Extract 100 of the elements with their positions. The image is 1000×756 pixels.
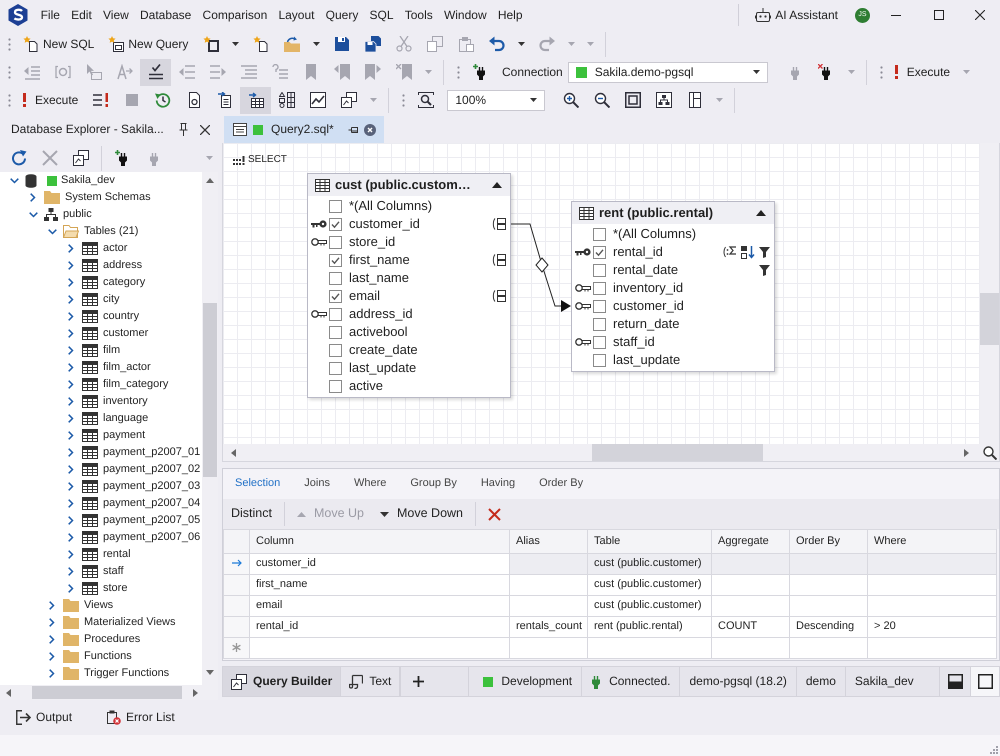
chevron-right-icon[interactable] [49, 635, 55, 644]
checkbox[interactable] [593, 318, 606, 330]
tree-item[interactable]: country [103, 310, 140, 324]
chevron-right-icon[interactable] [68, 312, 74, 321]
checkbox[interactable] [593, 246, 606, 258]
menu-item[interactable]: File [35, 6, 66, 24]
toggle-button[interactable] [970, 667, 999, 696]
table-cell[interactable]: rent (public.rental) [588, 616, 712, 638]
chevron-right-icon[interactable] [49, 601, 55, 610]
tree-item[interactable]: payment_p2007_05 [103, 514, 200, 528]
toolbar-button[interactable]: New Query [101, 30, 196, 58]
tree-item[interactable]: city [103, 292, 120, 306]
column-header[interactable]: Where [868, 530, 996, 554]
checkbox[interactable] [593, 336, 606, 348]
checkbox[interactable] [329, 254, 342, 266]
menu-item[interactable]: Comparison [196, 6, 273, 24]
chevron-right-icon[interactable] [49, 618, 55, 627]
checkbox[interactable] [593, 354, 606, 366]
view-tab[interactable]: Query Builder [223, 667, 342, 696]
menu-item[interactable]: Window [438, 6, 492, 24]
tab[interactable]: Order By [527, 473, 596, 495]
tree-item[interactable]: Tables (21) [84, 224, 138, 238]
chevron-right-icon[interactable] [68, 533, 74, 542]
tree-item[interactable]: film_actor [103, 360, 151, 374]
scroll-right-icon[interactable] [964, 448, 969, 456]
tree-item[interactable]: address [103, 258, 142, 272]
scrollbar-thumb[interactable] [32, 686, 182, 699]
tree-item[interactable]: payment_p2007_04 [103, 496, 200, 510]
menu-item[interactable]: SQL [364, 6, 400, 24]
chevron-right-icon[interactable] [49, 669, 55, 678]
tree-item[interactable]: category [103, 276, 146, 290]
chevron-right-icon[interactable] [68, 550, 74, 559]
tree-item[interactable]: rental [103, 548, 131, 562]
chevron-down-icon[interactable] [28, 212, 38, 218]
tree-item[interactable]: Functions [84, 650, 132, 664]
table-cell[interactable]: COUNT [712, 616, 790, 638]
scroll-right-icon[interactable] [193, 688, 198, 696]
table-cell[interactable]: rentals_count [510, 616, 588, 638]
tree-item[interactable]: staff [103, 564, 124, 578]
table-node[interactable]: rent (public.rental) *(All Columns) rental_id rental_date inventory_id customer_id return_date staff_id last_update [571, 201, 775, 372]
resize-grip-icon[interactable] [989, 745, 998, 754]
scroll-up-icon[interactable] [206, 178, 214, 183]
chevron-right-icon[interactable] [68, 465, 74, 474]
tree-item[interactable]: Materialized Views [84, 616, 176, 630]
chevron-right-icon[interactable] [68, 516, 74, 525]
scrollbar-thumb[interactable] [592, 444, 763, 461]
tree-item[interactable]: payment [103, 428, 146, 442]
chevron-right-icon[interactable] [68, 363, 74, 372]
chevron-right-icon[interactable] [68, 346, 74, 355]
tree-item[interactable]: actor [103, 242, 128, 256]
chevron-down-icon[interactable] [48, 228, 56, 234]
chevron-right-icon[interactable] [30, 193, 36, 202]
pin-icon[interactable] [348, 126, 358, 134]
scroll-left-icon[interactable] [231, 448, 236, 456]
magnifier-icon[interactable] [983, 446, 997, 460]
tree-item[interactable]: payment_p2007_02 [103, 462, 200, 476]
chevron-right-icon[interactable] [68, 278, 74, 287]
chevron-right-icon[interactable] [49, 652, 55, 661]
chevron-right-icon[interactable] [68, 584, 74, 593]
dropdown-field[interactable]: 100% [447, 90, 546, 110]
checkbox[interactable] [593, 300, 606, 312]
toolbar-button[interactable] [140, 58, 171, 86]
table-node[interactable]: cust (public.custom… *(All Columns) customer_id store_id first_name last_name email address_id activebool create_date last_update active [307, 173, 511, 398]
tab[interactable]: Selection [223, 473, 292, 495]
menu-item[interactable]: Edit [66, 6, 98, 24]
chevron-right-icon[interactable] [68, 244, 74, 253]
tree-item[interactable]: public [63, 208, 92, 222]
toolbar-button[interactable]: Move Down [372, 502, 472, 526]
checkbox[interactable] [329, 308, 342, 320]
checkbox[interactable] [593, 282, 606, 294]
scroll-down-icon[interactable] [206, 670, 214, 675]
chevron-right-icon[interactable] [68, 431, 74, 440]
collapse-triangle-icon[interactable] [492, 182, 502, 188]
toolbar-button[interactable]: Execute [888, 58, 958, 86]
tree-item[interactable]: Views [84, 598, 114, 612]
panel-tab[interactable]: Error List [104, 707, 177, 728]
chevron-right-icon[interactable] [68, 261, 74, 270]
row-header[interactable] [224, 554, 250, 574]
caret-icon[interactable] [232, 42, 240, 46]
tree-item[interactable]: payment_p2007_03 [103, 480, 200, 494]
panel-tab[interactable]: Output [14, 707, 74, 728]
tree-item[interactable]: inventory [103, 394, 148, 408]
column-header[interactable]: Alias [510, 530, 588, 554]
caret-icon[interactable] [518, 42, 526, 46]
menu-item[interactable]: View [97, 6, 134, 24]
column-header[interactable]: Column [250, 530, 510, 554]
row-header[interactable] [224, 638, 250, 658]
grip-icon[interactable] [402, 94, 406, 106]
toggle-button[interactable]: Distinct [223, 502, 280, 526]
menu-item[interactable]: Layout [272, 6, 320, 24]
checkbox[interactable] [593, 264, 606, 276]
chevron-right-icon[interactable] [68, 499, 74, 508]
checkbox[interactable] [329, 272, 342, 284]
tab[interactable]: Group By [398, 473, 469, 495]
table-cell[interactable]: Descending [790, 616, 868, 638]
tree-item[interactable]: payment_p2007_01 [103, 446, 200, 460]
grip-icon[interactable] [880, 66, 883, 78]
caret-icon[interactable] [313, 42, 320, 46]
tree-item[interactable]: store [103, 582, 128, 596]
checkbox[interactable] [329, 200, 342, 212]
